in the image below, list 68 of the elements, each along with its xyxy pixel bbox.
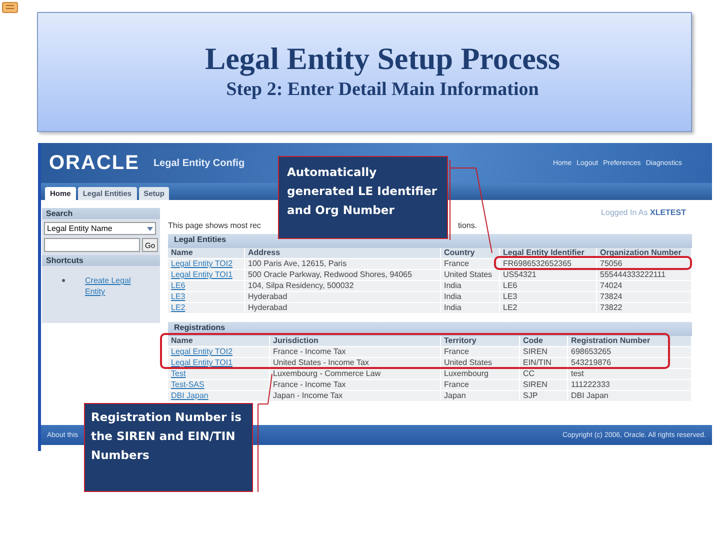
table-cell: 698653265 [568, 347, 692, 358]
table-cell: France [441, 380, 520, 391]
table-cell: SJP [520, 391, 568, 402]
table-cell: US54321 [500, 270, 597, 281]
table-cell: test [568, 369, 692, 380]
sidebar-heading: Shortcuts [42, 255, 160, 266]
entity-link[interactable]: Legal Entity TOI2 [168, 259, 245, 270]
search-dropdown[interactable]: Legal Entity Name [44, 222, 156, 235]
table-cell: 73824 [597, 292, 692, 303]
column-header: Code [520, 336, 568, 347]
table-cell: Japan [441, 391, 520, 402]
table-cell: Hyderabad [245, 292, 441, 303]
callout-box: Automatically generated LE Identifier and Org Number [278, 156, 448, 239]
intro-text: tions. [458, 221, 478, 230]
table-cell: Japan - Income Tax [270, 391, 441, 402]
app-title: Legal Entity Config [153, 158, 245, 168]
table-cell: LE3 [500, 292, 597, 303]
table-cell: 111222333 [568, 380, 692, 391]
entity-link[interactable]: Legal Entity TOI1 [168, 270, 245, 281]
column-header: Name [168, 336, 270, 347]
table-cell: Hyderabad [245, 303, 441, 314]
entity-link[interactable]: LE2 [168, 303, 245, 314]
table-cell: 100 Paris Ave, 12615, Paris [245, 259, 441, 270]
comment-icon [2, 2, 18, 13]
table-cell: India [441, 292, 500, 303]
intro-text: This page shows most rec [168, 221, 261, 230]
column-header: Address [245, 248, 441, 259]
table-cell: France - Income Tax [270, 347, 441, 358]
entity-link[interactable]: LE3 [168, 292, 245, 303]
table-cell: India [441, 303, 500, 314]
table-cell: France [441, 347, 520, 358]
table-cell: SIREN [520, 380, 568, 391]
table-cell: LE2 [500, 303, 597, 314]
table-cell: CC [520, 369, 568, 380]
table-cell: France - Income Tax [270, 380, 441, 391]
entity-link[interactable]: Test [168, 369, 270, 380]
column-header: Country [441, 248, 500, 259]
callout-box: Registration Number is the SIREN and EIN/TIN Numbers [84, 403, 253, 492]
table-cell: 500 Oracle Parkway, Redwood Shores, 94065 [245, 270, 441, 281]
table-cell: 104, Silpa Residency, 500032 [245, 281, 441, 292]
shortcut-link[interactable]: Create Legal Entity [85, 275, 145, 297]
search-field[interactable] [44, 238, 140, 252]
table-cell: LE6 [500, 281, 597, 292]
column-header: Jurisdiction [270, 336, 441, 347]
table-cell: SIREN [520, 347, 568, 358]
slide-subtitle: Step 2: Enter Detail Main Information [226, 78, 539, 102]
slide-title: Legal Entity Setup Process [204, 41, 560, 77]
table-cell: India [441, 281, 500, 292]
entity-link[interactable]: LE6 [168, 281, 245, 292]
table-cell: Luxembourg [441, 369, 520, 380]
entity-link[interactable]: DBI Japan [168, 391, 270, 402]
sidebar-heading: Search [42, 208, 160, 219]
logo: ORACLE [49, 152, 140, 174]
table-cell: 555444333222111 [597, 270, 692, 281]
bullet-icon [62, 279, 65, 282]
table-cell: Luxembourg - Commerce Law [270, 369, 441, 380]
table-cell: 73822 [597, 303, 692, 314]
table-cell: France [441, 259, 500, 270]
table-cell: DBI Japan [568, 391, 692, 402]
table-cell: 74024 [597, 281, 692, 292]
column-header: Name [168, 248, 245, 259]
entity-link[interactable]: Test-SAS [168, 380, 270, 391]
table-cell: United States [441, 270, 500, 281]
logged-in-text: Logged In As XLETEST [601, 208, 686, 217]
caret-icon [147, 226, 153, 230]
column-header: Territory [441, 336, 520, 347]
column-header: Registration Number [568, 336, 692, 347]
entity-link[interactable]: Legal Entity TOI2 [168, 347, 270, 358]
